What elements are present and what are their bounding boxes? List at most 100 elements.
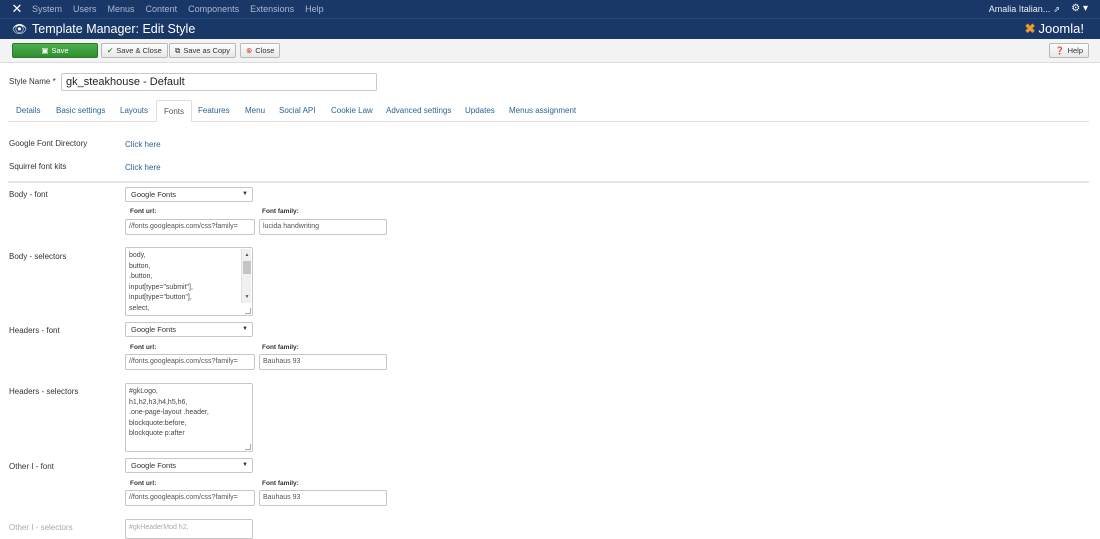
body-font-label: Body - font [9,190,48,199]
help-icon: ❓ [1055,46,1065,55]
headers-selectors-label: Headers - selectors [9,387,79,396]
style-name-input[interactable]: gk_steakhouse - Default [61,73,377,91]
tab-bar: Details Basic settings Layouts Fonts Fea… [8,100,1089,122]
other1-font-select-value: Google Fonts [131,461,177,470]
tab-menus-assignment[interactable]: Menus assignment [502,100,583,122]
save-icon: ▣ [41,46,49,55]
tab-social-api[interactable]: Social API [272,100,322,122]
check-icon: ✔ [107,46,114,55]
menu-components[interactable]: Components [188,0,239,18]
user-menu[interactable]: Amalia Italian... ⇗ [989,0,1060,19]
body-font-family-input[interactable]: lucida handwriting [259,219,387,235]
page-header: 👁 Template Manager: Edit Style ✖ Joomla! [0,18,1100,39]
section-divider [8,181,1089,183]
gear-icon[interactable]: ⚙ ▾ [1071,0,1088,18]
headers-font-family-label: Font family: [262,344,299,351]
scroll-thumb[interactable] [243,261,251,274]
menu-help[interactable]: Help [305,0,324,18]
other1-selectors-textarea[interactable]: #gkHeaderMod h2, [125,519,253,539]
save-button[interactable]: ▣ Save [12,43,98,58]
joomla-x-icon[interactable]: ✕ [10,2,24,16]
scroll-down-icon[interactable]: ▼ [243,292,251,303]
close-label: Close [255,46,275,55]
joomla-logo: ✖ Joomla! [1025,20,1084,38]
caret-down-icon: ▼ [242,462,248,468]
selector-line: select, [129,304,150,312]
tab-basic-settings[interactable]: Basic settings [49,100,112,122]
menu-content[interactable]: Content [146,0,178,18]
toolbar: ▣ Save ✔ Save & Close ⧉ Save as Copy ⊗ Close… [0,39,1100,63]
selector-line: body, [129,252,146,259]
squirrel-font-kits-label: Squirrel font kits [9,162,67,171]
selector-line: blockquote:before, [129,419,187,427]
external-link-icon: ⇗ [1053,5,1060,14]
tab-menu[interactable]: Menu [238,100,272,122]
top-menu: System Users Menus Content Components Ex… [32,0,335,18]
menu-users[interactable]: Users [73,0,97,18]
save-close-button[interactable]: ✔ Save & Close [101,43,168,58]
body-font-select[interactable]: Google Fonts ▼ [125,187,253,202]
squirrel-font-kits-link[interactable]: Click here [125,163,161,172]
selector-line: input[type="submit"], [129,283,193,291]
copy-icon: ⧉ [175,46,181,55]
headers-font-label: Headers - font [9,326,60,335]
selector-line: blockquote p:after [129,430,185,437]
close-icon: ⊗ [246,46,253,55]
save-copy-button[interactable]: ⧉ Save as Copy [169,43,237,58]
headers-font-url-label: Font url: [130,344,157,351]
other1-font-family-input[interactable]: Bauhaus 93 [259,490,387,506]
menu-menus[interactable]: Menus [108,0,135,18]
selector-line: .button, [129,273,153,280]
headers-selectors-textarea[interactable]: #gkLogo, h1,h2,h3,h4,h5,h6, .one-page-la… [125,383,253,452]
selector-line: h1,h2,h3,h4,h5,h6, [129,398,188,406]
other1-font-label: Other I - font [9,462,54,471]
body-selectors-textarea[interactable]: body, button, .button, input[type="submi… [125,247,253,316]
selector-line: #gkHeaderMod h2, [129,524,189,531]
tab-updates[interactable]: Updates [458,100,502,122]
user-name: Amalia Italian... [988,4,1051,14]
style-name-label: Style Name * [9,77,56,86]
headers-font-family-input[interactable]: Bauhaus 93 [259,354,387,370]
selector-line: #gkLogo, [129,388,158,395]
joomla-mark-icon: ✖ [1024,21,1036,36]
resize-grip-icon[interactable] [245,308,251,314]
headers-font-url-input[interactable]: //fonts.googleapis.com/css?family= [125,354,255,370]
save-label: Save [51,46,69,55]
tab-cookie-law[interactable]: Cookie Law [324,100,380,122]
top-nav-bar: ✕ System Users Menus Content Components … [0,0,1100,18]
eye-icon: 👁 [12,22,28,36]
tab-features[interactable]: Features [191,100,237,122]
body-font-family-label: Font family: [262,208,299,215]
selector-line: button, [129,262,151,270]
other1-font-family-label: Font family: [262,480,299,487]
headers-font-select[interactable]: Google Fonts ▼ [125,322,253,337]
textarea-scrollbar[interactable]: ▲ ▼ [241,249,251,303]
scroll-up-icon[interactable]: ▲ [243,250,251,261]
tab-details[interactable]: Details [9,100,47,122]
close-button[interactable]: ⊗ Close [240,43,281,58]
save-close-label: Save & Close [116,46,162,55]
google-font-directory-link[interactable]: Click here [125,140,161,149]
selector-line: input[type="button"], [129,294,192,301]
menu-extensions[interactable]: Extensions [250,0,294,18]
other1-font-select[interactable]: Google Fonts ▼ [125,458,253,473]
body-font-url-label: Font url: [130,208,157,215]
body-font-url-input[interactable]: //fonts.googleapis.com/css?family= [125,219,255,235]
headers-font-select-value: Google Fonts [131,325,177,334]
menu-system[interactable]: System [32,0,62,18]
body-selectors-label: Body - selectors [9,252,67,261]
other1-selectors-label: Other I - selectors [9,523,73,532]
help-label: Help [1067,46,1083,55]
body-font-select-value: Google Fonts [131,190,177,199]
other1-font-url-label: Font url: [130,480,157,487]
page-title: Template Manager: Edit Style [32,22,196,36]
joomla-brand-text: Joomla! [1038,21,1084,36]
tab-advanced-settings[interactable]: Advanced settings [379,100,458,122]
tab-fonts[interactable]: Fonts [156,100,193,122]
other1-font-url-input[interactable]: //fonts.googleapis.com/css?family= [125,490,255,506]
google-font-directory-label: Google Font Directory [9,139,88,148]
help-button[interactable]: ❓ Help [1049,43,1089,58]
resize-grip-icon[interactable] [245,444,251,450]
tab-layouts[interactable]: Layouts [113,100,155,122]
save-copy-label: Save as Copy [183,46,231,55]
